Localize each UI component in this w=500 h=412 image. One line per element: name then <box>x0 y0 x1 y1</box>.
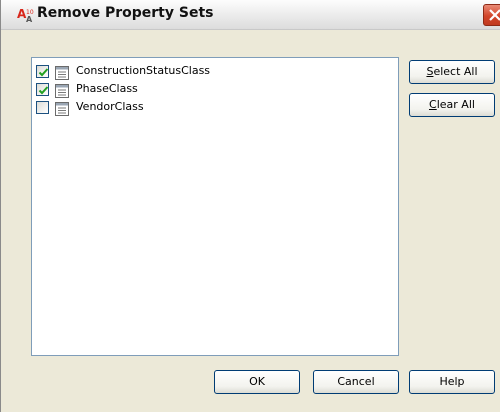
list-item[interactable]: ConstructionStatusClass <box>36 63 376 81</box>
title-bar[interactable]: A 10 A Remove Property Sets <box>1 0 500 30</box>
close-icon <box>489 9 500 21</box>
list-item[interactable]: VendorClass <box>36 99 376 117</box>
ok-button[interactable]: OK <box>214 370 300 394</box>
checkbox[interactable] <box>36 83 49 96</box>
app-icon: A 10 A <box>17 6 35 24</box>
checkmark-icon <box>38 86 49 95</box>
checkbox[interactable] <box>36 65 49 78</box>
property-set-icon <box>55 83 69 98</box>
dialog-title: Remove Property Sets <box>37 5 214 21</box>
checkbox[interactable] <box>36 101 49 114</box>
list-item-label: PhaseClass <box>76 82 138 95</box>
list-item[interactable]: PhaseClass <box>36 81 376 99</box>
help-button[interactable]: Help <box>409 370 495 394</box>
select-all-button[interactable]: Select All <box>409 60 495 84</box>
list-item-label: ConstructionStatusClass <box>76 64 211 77</box>
remove-property-sets-dialog: A 10 A Remove Property Sets Construction… <box>0 0 500 412</box>
svg-text:A: A <box>26 15 33 24</box>
clear-all-button[interactable]: Clear All <box>409 93 495 117</box>
close-button[interactable] <box>483 4 500 26</box>
property-set-icon <box>55 65 69 80</box>
list-item-label: VendorClass <box>76 100 144 113</box>
checkmark-icon <box>38 68 49 77</box>
property-set-icon <box>55 101 69 116</box>
cancel-button[interactable]: Cancel <box>313 370 399 394</box>
property-set-list[interactable]: ConstructionStatusClass PhaseClass VendorC… <box>31 57 399 356</box>
